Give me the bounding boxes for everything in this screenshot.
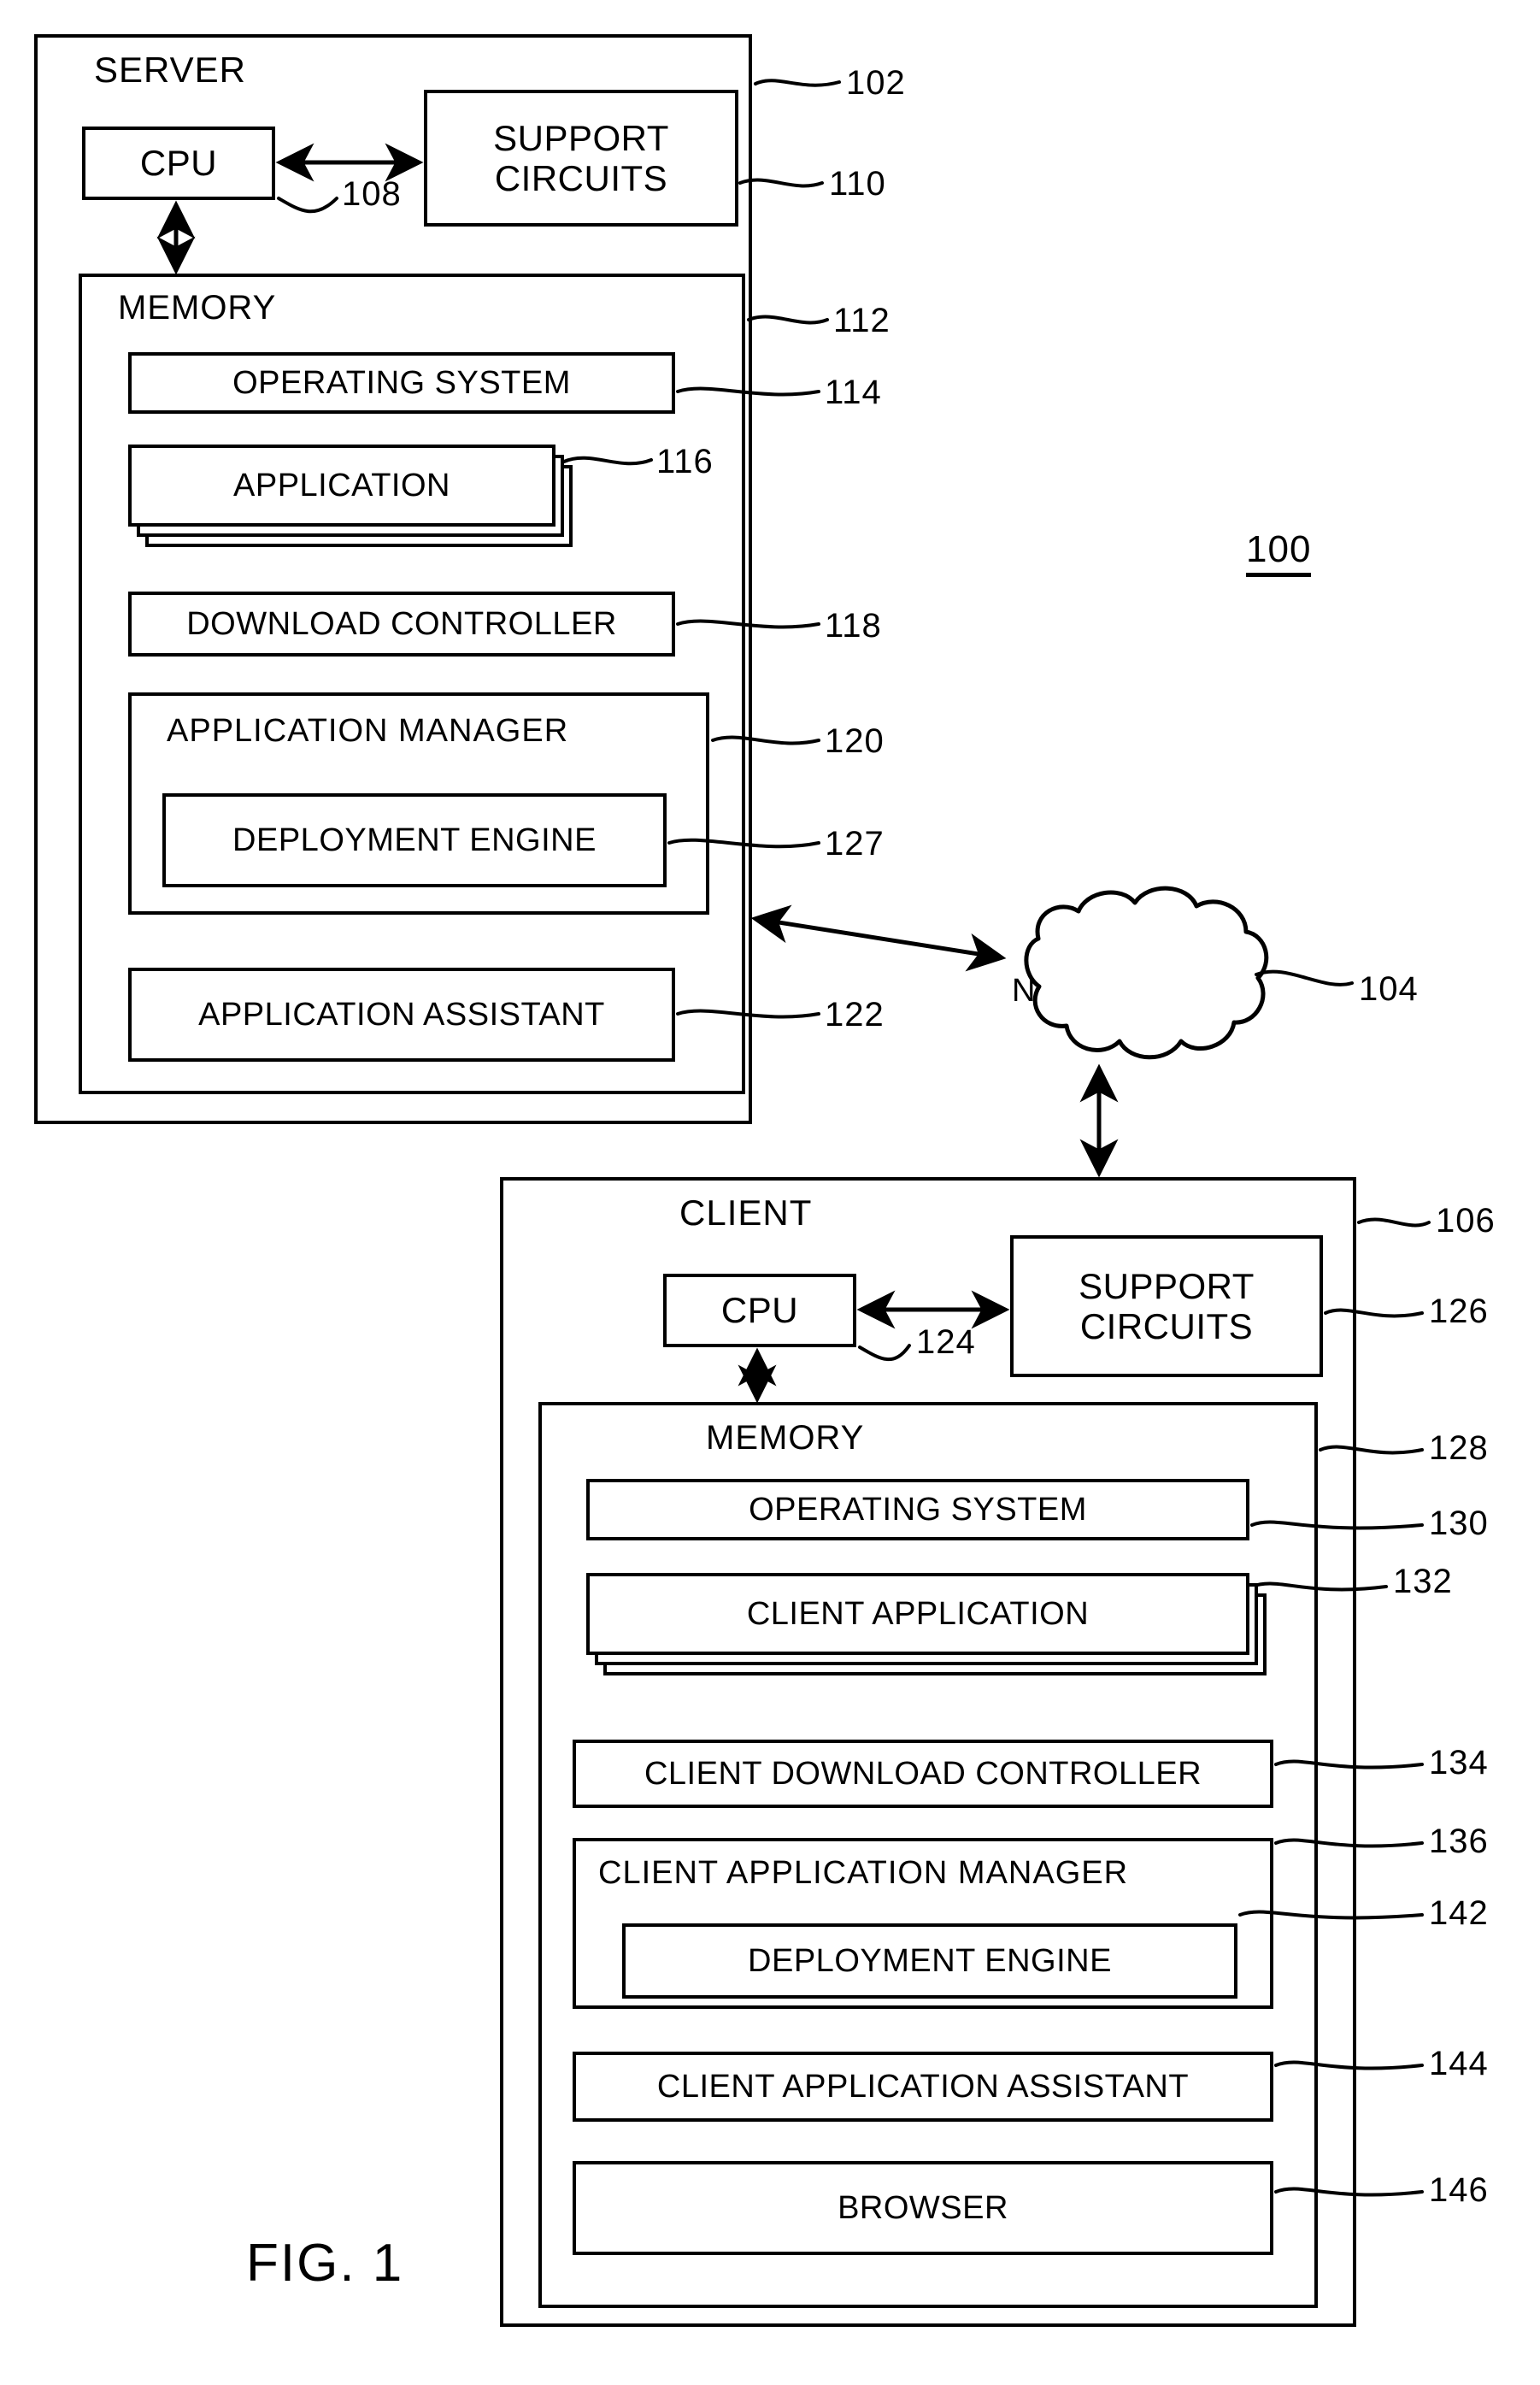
server-application-manager-label: APPLICATION MANAGER [167,713,569,749]
arrow-server-network [750,904,1007,972]
client-download-controller-label: CLIENT DOWNLOAD CONTROLLER [644,1755,1202,1792]
ref-136: 136 [1429,1823,1489,1860]
server-memory-title: MEMORY [118,289,277,327]
figure-caption: FIG. 1 [246,2234,404,2293]
client-deployment-engine-label: DEPLOYMENT ENGINE [748,1942,1112,1979]
ref-104: 104 [1359,970,1419,1008]
ref-142: 142 [1429,1894,1489,1932]
ref-127: 127 [825,825,885,863]
network-cloud-label: NETWORK [1012,973,1181,1009]
ref-116: 116 [656,443,714,480]
server-application-label: APPLICATION [233,467,450,504]
client-support-circuits-label: SUPPORT CIRCUITS [1010,1235,1323,1377]
ref-128: 128 [1429,1429,1489,1467]
server-support-circuits-label: SUPPORT CIRCUITS [424,90,738,227]
ref-146: 146 [1429,2171,1489,2209]
leader-106 [1357,1217,1431,1228]
leader-112 [747,315,829,325]
server-operating-system-label: OPERATING SYSTEM [232,364,571,401]
ref-108: 108 [342,175,402,213]
client-operating-system-label: OPERATING SYSTEM [749,1491,1087,1528]
ref-130: 130 [1429,1505,1489,1542]
leader-110 [738,178,824,188]
server-title: SERVER [94,50,246,90]
client-support-circuits-line1: SUPPORT [1079,1265,1255,1306]
client-application-label: CLIENT APPLICATION [746,1595,1090,1632]
ref-110: 110 [829,165,886,203]
ref-126: 126 [1429,1293,1489,1330]
server-cpu-label: CPU [139,143,218,184]
client-application-manager-label: CLIENT APPLICATION MANAGER [598,1855,1129,1891]
client-memory-title: MEMORY [706,1419,865,1457]
ref-122: 122 [825,996,885,1034]
ref-114: 114 [825,374,882,411]
ref-112: 112 [833,302,890,339]
system-reference-100: 100 [1246,528,1312,577]
ref-106: 106 [1436,1202,1496,1240]
patent-figure-page: SERVER CPU SUPPORT CIRCUITS MEMORY OPERA… [0,0,1540,2385]
server-application-assistant-label: APPLICATION ASSISTANT [198,996,605,1033]
client-support-circuits-line2: CIRCUITS [1079,1306,1254,1346]
ref-132: 132 [1393,1563,1453,1600]
leader-102 [754,79,841,87]
server-deployment-engine-label: DEPLOYMENT ENGINE [232,822,597,858]
client-cpu-label: CPU [720,1290,799,1331]
client-application-assistant-label: CLIENT APPLICATION ASSISTANT [656,2068,1190,2105]
client-title: CLIENT [679,1192,813,1233]
server-support-circuits-line1: SUPPORT [493,117,669,158]
server-download-controller-label: DOWNLOAD CONTROLLER [186,605,617,642]
ref-134: 134 [1429,1744,1489,1781]
ref-120: 120 [825,722,885,760]
ref-124: 124 [916,1323,976,1361]
leader-104 [1255,969,1354,986]
ref-102: 102 [846,64,906,102]
client-browser-label: BROWSER [838,2189,1008,2226]
ref-118: 118 [825,607,882,645]
server-support-circuits-line2: CIRCUITS [494,158,668,198]
ref-144: 144 [1429,2045,1489,2082]
